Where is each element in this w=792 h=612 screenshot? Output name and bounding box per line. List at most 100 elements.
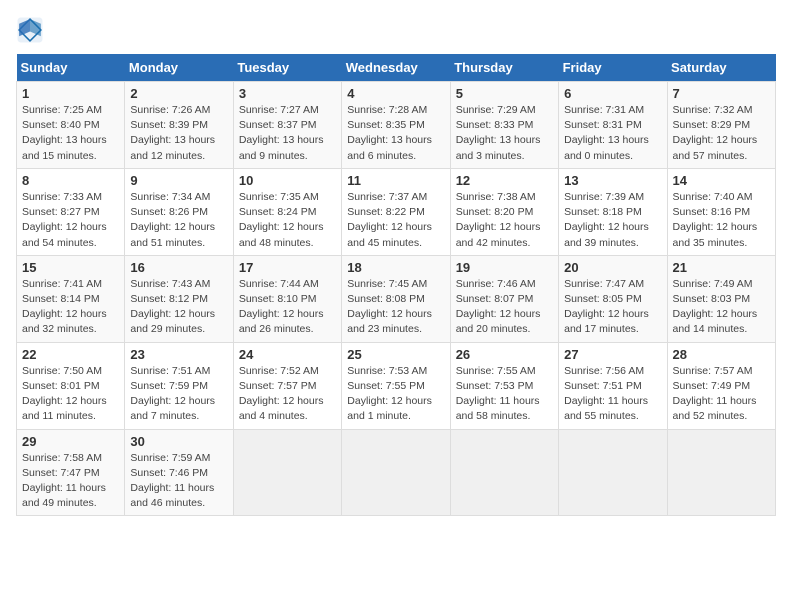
calendar-cell: 25 Sunrise: 7:53 AMSunset: 7:55 PMDayligh… xyxy=(342,342,450,429)
day-info: Sunrise: 7:51 AMSunset: 7:59 PMDaylight:… xyxy=(130,364,227,425)
day-number: 16 xyxy=(130,260,227,275)
day-info: Sunrise: 7:28 AMSunset: 8:35 PMDaylight:… xyxy=(347,103,444,164)
calendar-cell: 10 Sunrise: 7:35 AMSunset: 8:24 PMDayligh… xyxy=(233,168,341,255)
day-number: 23 xyxy=(130,347,227,362)
day-info: Sunrise: 7:46 AMSunset: 8:07 PMDaylight:… xyxy=(456,277,553,338)
day-info: Sunrise: 7:56 AMSunset: 7:51 PMDaylight:… xyxy=(564,364,661,425)
day-info: Sunrise: 7:39 AMSunset: 8:18 PMDaylight:… xyxy=(564,190,661,251)
day-number: 27 xyxy=(564,347,661,362)
calendar-cell xyxy=(667,429,775,516)
calendar-cell: 23 Sunrise: 7:51 AMSunset: 7:59 PMDayligh… xyxy=(125,342,233,429)
calendar-week-1: 1 Sunrise: 7:25 AMSunset: 8:40 PMDaylight… xyxy=(17,82,776,169)
day-info: Sunrise: 7:40 AMSunset: 8:16 PMDaylight:… xyxy=(673,190,770,251)
day-number: 12 xyxy=(456,173,553,188)
day-info: Sunrise: 7:59 AMSunset: 7:46 PMDaylight:… xyxy=(130,451,227,512)
day-number: 1 xyxy=(22,86,119,101)
day-number: 18 xyxy=(347,260,444,275)
day-info: Sunrise: 7:27 AMSunset: 8:37 PMDaylight:… xyxy=(239,103,336,164)
day-info: Sunrise: 7:47 AMSunset: 8:05 PMDaylight:… xyxy=(564,277,661,338)
calendar-cell: 21 Sunrise: 7:49 AMSunset: 8:03 PMDayligh… xyxy=(667,255,775,342)
day-info: Sunrise: 7:55 AMSunset: 7:53 PMDaylight:… xyxy=(456,364,553,425)
header-thursday: Thursday xyxy=(450,54,558,82)
day-number: 21 xyxy=(673,260,770,275)
header-monday: Monday xyxy=(125,54,233,82)
day-info: Sunrise: 7:41 AMSunset: 8:14 PMDaylight:… xyxy=(22,277,119,338)
calendar-cell xyxy=(233,429,341,516)
calendar-week-3: 15 Sunrise: 7:41 AMSunset: 8:14 PMDayligh… xyxy=(17,255,776,342)
logo-icon xyxy=(16,16,44,44)
day-number: 6 xyxy=(564,86,661,101)
header-friday: Friday xyxy=(559,54,667,82)
day-number: 4 xyxy=(347,86,444,101)
calendar-cell: 1 Sunrise: 7:25 AMSunset: 8:40 PMDaylight… xyxy=(17,82,125,169)
day-info: Sunrise: 7:31 AMSunset: 8:31 PMDaylight:… xyxy=(564,103,661,164)
day-info: Sunrise: 7:57 AMSunset: 7:49 PMDaylight:… xyxy=(673,364,770,425)
calendar-cell: 15 Sunrise: 7:41 AMSunset: 8:14 PMDayligh… xyxy=(17,255,125,342)
calendar-week-2: 8 Sunrise: 7:33 AMSunset: 8:27 PMDaylight… xyxy=(17,168,776,255)
calendar-cell: 5Sunrise: 7:29 AMSunset: 8:33 PMDaylight… xyxy=(450,82,558,169)
day-number: 25 xyxy=(347,347,444,362)
header-saturday: Saturday xyxy=(667,54,775,82)
calendar-cell: 2 Sunrise: 7:26 AMSunset: 8:39 PMDaylight… xyxy=(125,82,233,169)
calendar-cell: 26 Sunrise: 7:55 AMSunset: 7:53 PMDayligh… xyxy=(450,342,558,429)
calendar-cell xyxy=(450,429,558,516)
day-info: Sunrise: 7:35 AMSunset: 8:24 PMDaylight:… xyxy=(239,190,336,251)
day-number: 11 xyxy=(347,173,444,188)
day-number: 17 xyxy=(239,260,336,275)
day-info: Sunrise: 7:50 AMSunset: 8:01 PMDaylight:… xyxy=(22,364,119,425)
day-info: Sunrise: 7:44 AMSunset: 8:10 PMDaylight:… xyxy=(239,277,336,338)
day-info: Sunrise: 7:37 AMSunset: 8:22 PMDaylight:… xyxy=(347,190,444,251)
calendar-cell: 3Sunrise: 7:27 AMSunset: 8:37 PMDaylight… xyxy=(233,82,341,169)
day-info: Sunrise: 7:38 AMSunset: 8:20 PMDaylight:… xyxy=(456,190,553,251)
calendar-cell: 17 Sunrise: 7:44 AMSunset: 8:10 PMDayligh… xyxy=(233,255,341,342)
day-info: Sunrise: 7:25 AMSunset: 8:40 PMDaylight:… xyxy=(22,103,119,164)
calendar-cell: 29 Sunrise: 7:58 AMSunset: 7:47 PMDayligh… xyxy=(17,429,125,516)
header-sunday: Sunday xyxy=(17,54,125,82)
day-number: 24 xyxy=(239,347,336,362)
calendar-cell: 14 Sunrise: 7:40 AMSunset: 8:16 PMDayligh… xyxy=(667,168,775,255)
calendar-header-row: SundayMondayTuesdayWednesdayThursdayFrid… xyxy=(17,54,776,82)
day-number: 29 xyxy=(22,434,119,449)
day-info: Sunrise: 7:34 AMSunset: 8:26 PMDaylight:… xyxy=(130,190,227,251)
logo xyxy=(16,16,48,44)
calendar-cell: 7Sunrise: 7:32 AMSunset: 8:29 PMDaylight… xyxy=(667,82,775,169)
day-number: 22 xyxy=(22,347,119,362)
day-number: 14 xyxy=(673,173,770,188)
day-info: Sunrise: 7:26 AMSunset: 8:39 PMDaylight:… xyxy=(130,103,227,164)
page-header xyxy=(16,16,776,44)
day-info: Sunrise: 7:58 AMSunset: 7:47 PMDaylight:… xyxy=(22,451,119,512)
day-number: 28 xyxy=(673,347,770,362)
calendar-cell: 11 Sunrise: 7:37 AMSunset: 8:22 PMDayligh… xyxy=(342,168,450,255)
calendar-cell: 28 Sunrise: 7:57 AMSunset: 7:49 PMDayligh… xyxy=(667,342,775,429)
day-number: 8 xyxy=(22,173,119,188)
calendar-cell: 16Sunrise: 7:43 AMSunset: 8:12 PMDayligh… xyxy=(125,255,233,342)
calendar-cell: 6 Sunrise: 7:31 AMSunset: 8:31 PMDaylight… xyxy=(559,82,667,169)
day-number: 26 xyxy=(456,347,553,362)
day-info: Sunrise: 7:52 AMSunset: 7:57 PMDaylight:… xyxy=(239,364,336,425)
calendar-cell xyxy=(559,429,667,516)
calendar-cell: 24 Sunrise: 7:52 AMSunset: 7:57 PMDayligh… xyxy=(233,342,341,429)
calendar-cell: 8 Sunrise: 7:33 AMSunset: 8:27 PMDaylight… xyxy=(17,168,125,255)
day-number: 10 xyxy=(239,173,336,188)
calendar-cell: 9 Sunrise: 7:34 AMSunset: 8:26 PMDaylight… xyxy=(125,168,233,255)
day-info: Sunrise: 7:45 AMSunset: 8:08 PMDaylight:… xyxy=(347,277,444,338)
calendar-week-4: 22 Sunrise: 7:50 AMSunset: 8:01 PMDayligh… xyxy=(17,342,776,429)
day-number: 30 xyxy=(130,434,227,449)
calendar-cell: 20Sunrise: 7:47 AMSunset: 8:05 PMDayligh… xyxy=(559,255,667,342)
calendar-cell xyxy=(342,429,450,516)
calendar-cell: 22 Sunrise: 7:50 AMSunset: 8:01 PMDayligh… xyxy=(17,342,125,429)
day-number: 15 xyxy=(22,260,119,275)
calendar-cell: 12 Sunrise: 7:38 AMSunset: 8:20 PMDayligh… xyxy=(450,168,558,255)
calendar-cell: 19 Sunrise: 7:46 AMSunset: 8:07 PMDayligh… xyxy=(450,255,558,342)
day-number: 2 xyxy=(130,86,227,101)
day-number: 9 xyxy=(130,173,227,188)
calendar-week-5: 29 Sunrise: 7:58 AMSunset: 7:47 PMDayligh… xyxy=(17,429,776,516)
calendar-cell: 13Sunrise: 7:39 AMSunset: 8:18 PMDayligh… xyxy=(559,168,667,255)
day-info: Sunrise: 7:53 AMSunset: 7:55 PMDaylight:… xyxy=(347,364,444,425)
day-info: Sunrise: 7:29 AMSunset: 8:33 PMDaylight:… xyxy=(456,103,553,164)
day-info: Sunrise: 7:49 AMSunset: 8:03 PMDaylight:… xyxy=(673,277,770,338)
day-number: 19 xyxy=(456,260,553,275)
day-info: Sunrise: 7:33 AMSunset: 8:27 PMDaylight:… xyxy=(22,190,119,251)
calendar-cell: 30 Sunrise: 7:59 AMSunset: 7:46 PMDayligh… xyxy=(125,429,233,516)
day-number: 7 xyxy=(673,86,770,101)
